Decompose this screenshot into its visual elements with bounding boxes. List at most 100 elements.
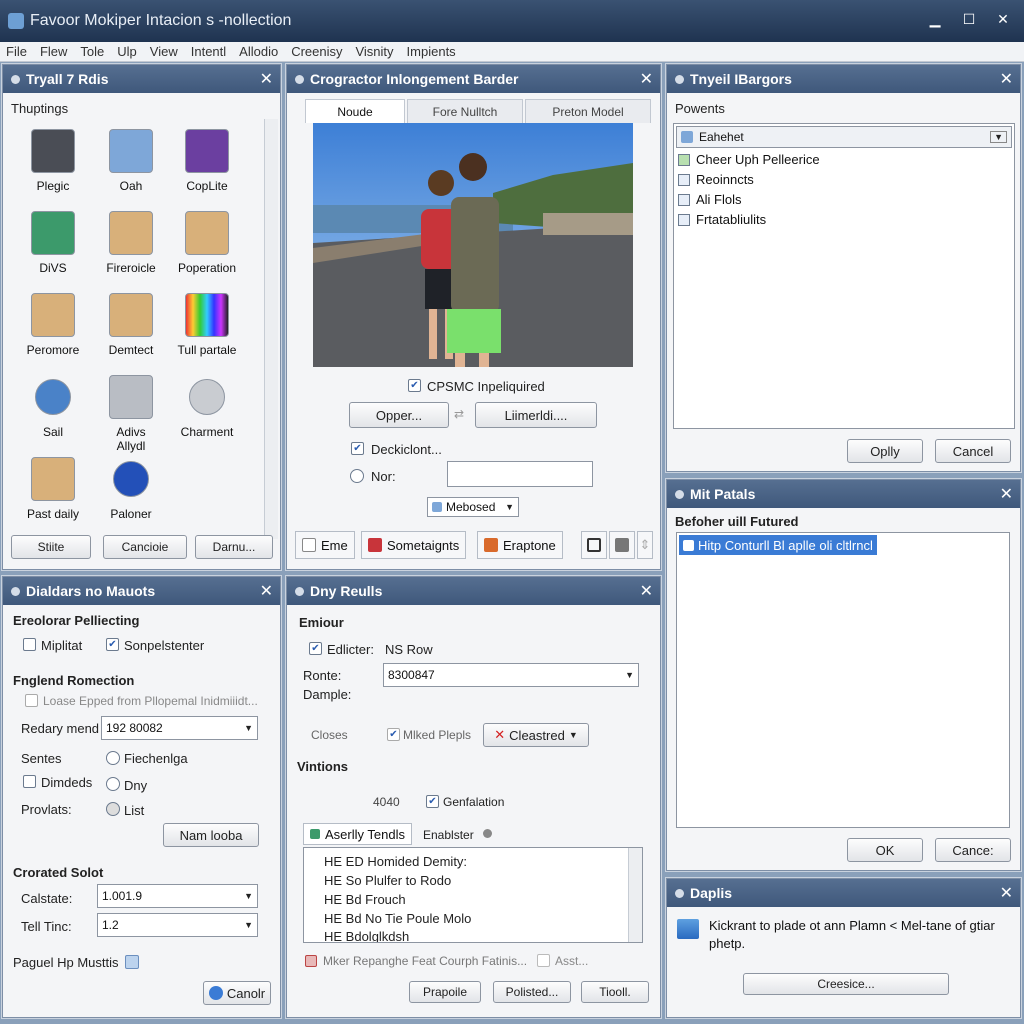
cancel-button[interactable]: Cance: xyxy=(935,838,1011,862)
tile-paloner[interactable]: Paloner xyxy=(95,457,167,521)
tile-past-daily[interactable]: Past daily xyxy=(17,457,89,521)
tile-poperation[interactable]: Poperation xyxy=(171,211,243,275)
cancel-button[interactable]: Cancel xyxy=(935,439,1011,463)
tab-preton-model[interactable]: Preton Model xyxy=(525,99,651,123)
list-item[interactable]: HE Bd No Tie Poule Molo xyxy=(324,911,471,926)
dimdeds-checkbox[interactable] xyxy=(23,775,36,788)
menu-impients[interactable]: Impients xyxy=(407,44,456,59)
tile-charment[interactable]: Charment xyxy=(171,375,243,439)
tile-divs[interactable]: DiVS xyxy=(17,211,89,275)
pin-icon[interactable] xyxy=(675,489,684,499)
vertical-scrollbar[interactable] xyxy=(264,119,278,539)
close-icon[interactable]: ✕ xyxy=(260,69,273,89)
asst-checkbox[interactable] xyxy=(537,954,550,967)
tree-item[interactable]: Cheer Uph Pelleerice xyxy=(678,152,820,167)
minimize-button[interactable]: ▁ xyxy=(920,8,950,30)
decklicont-checkbox[interactable]: ✔ xyxy=(351,442,364,455)
close-icon[interactable]: ✕ xyxy=(1000,484,1013,504)
tree-combo[interactable]: Eahehet ▼ xyxy=(676,126,1012,148)
tree-item[interactable]: Ali Flols xyxy=(678,192,742,207)
pin-icon[interactable] xyxy=(675,888,684,898)
tile-coplite[interactable]: CopLite xyxy=(171,129,243,193)
pin-icon[interactable] xyxy=(11,74,20,84)
tile-sail[interactable]: Sail xyxy=(17,375,89,439)
name-button[interactable]: Nam looba xyxy=(163,823,259,847)
cancel-button[interactable]: Canolr xyxy=(203,981,271,1005)
tab-fore-nulltch[interactable]: Fore Nulltch xyxy=(407,99,523,123)
list-item[interactable]: HE ED Homided Demity: xyxy=(324,854,467,869)
list-item[interactable]: HE So Plulfer to Rodo xyxy=(324,873,451,888)
close-icon[interactable]: ✕ xyxy=(1000,69,1013,89)
close-button[interactable]: ✕ xyxy=(988,8,1018,30)
redary-combo[interactable]: 192 80082 ▼ xyxy=(101,716,258,740)
close-icon[interactable]: ✕ xyxy=(640,69,653,89)
pin-icon[interactable] xyxy=(295,74,304,84)
stiite-button[interactable]: Stiite xyxy=(11,535,91,559)
editor-checkbox[interactable]: ✔ xyxy=(309,642,322,655)
nor-radio[interactable] xyxy=(350,469,364,483)
open-button[interactable]: Opper... xyxy=(349,402,449,428)
close-icon[interactable]: ✕ xyxy=(260,581,273,601)
limit-button[interactable]: Liimerldi.... xyxy=(475,402,597,428)
tell-combo[interactable]: 1.2 ▼ xyxy=(97,913,258,937)
pin-icon[interactable] xyxy=(675,74,684,84)
menu-view[interactable]: View xyxy=(150,44,178,59)
tab-enablster[interactable]: Enablster xyxy=(423,828,474,842)
tree-view[interactable]: Eahehet ▼ Cheer Uph Pelleerice Reoinncts … xyxy=(673,123,1015,429)
creesice-button[interactable]: Creesice... xyxy=(743,973,949,995)
darnu-button[interactable]: Darnu... xyxy=(195,535,273,559)
menu-tole[interactable]: Tole xyxy=(80,44,104,59)
sometaignts-button[interactable]: Sometaignts xyxy=(361,531,467,559)
tile-adivs-allydl[interactable]: Adivs Allydl xyxy=(95,375,167,453)
results-list[interactable]: HE ED Homided Demity: HE So Plulfer to R… xyxy=(303,847,643,943)
tree-item[interactable]: Frtatabliulits xyxy=(678,212,766,227)
cpsmc-checkbox[interactable]: ✔ xyxy=(408,379,421,392)
polisted-button[interactable]: Polisted... xyxy=(493,981,571,1003)
mixed-checkbox[interactable]: ✔ xyxy=(387,728,400,741)
close-icon[interactable]: ✕ xyxy=(640,581,653,601)
dny-radio[interactable] xyxy=(106,777,120,791)
menu-visnity[interactable]: Visnity xyxy=(355,44,393,59)
tile-demtect[interactable]: Demtect xyxy=(95,293,167,357)
prapoile-button[interactable]: Prapoile xyxy=(409,981,481,1003)
menu-flew[interactable]: Flew xyxy=(40,44,67,59)
generation-checkbox[interactable]: ✔ xyxy=(426,795,439,808)
expand-button[interactable]: ⇕ xyxy=(637,531,653,559)
ok-button[interactable]: OK xyxy=(847,838,923,862)
closes-label[interactable]: Closes xyxy=(311,728,348,742)
menu-allodio[interactable]: Allodio xyxy=(239,44,278,59)
square-button[interactable] xyxy=(581,531,607,559)
eme-button[interactable]: Eme xyxy=(295,531,355,559)
close-icon[interactable]: ✕ xyxy=(1000,883,1013,903)
items-list[interactable]: Hitp Conturll Bl aplle oli cltlrncl xyxy=(676,532,1010,828)
fiechenia-radio[interactable] xyxy=(106,751,120,765)
selected-list-item[interactable]: Hitp Conturll Bl aplle oli cltlrncl xyxy=(679,535,877,555)
tiooll-button[interactable]: Tiooll. xyxy=(581,981,649,1003)
mebosed-combo[interactable]: Mebosed ▼ xyxy=(427,497,519,517)
tile-plegic[interactable]: Plegic xyxy=(17,129,89,193)
eraptone-button[interactable]: Eraptone xyxy=(477,531,563,559)
miplitat-checkbox[interactable] xyxy=(23,638,36,651)
tile-tull-partale[interactable]: Tull partale xyxy=(171,293,243,357)
apply-button[interactable]: Oplly xyxy=(847,439,923,463)
vertical-scrollbar[interactable] xyxy=(628,848,642,942)
cancel-button[interactable]: Cancioie xyxy=(103,535,187,559)
tile-oah[interactable]: Oah xyxy=(95,129,167,193)
calendar-icon[interactable] xyxy=(125,955,139,969)
menu-ulp[interactable]: Ulp xyxy=(117,44,137,59)
calc-combo[interactable]: 1.001.9 ▼ xyxy=(97,884,258,908)
list-item[interactable]: HE Bd Frouch xyxy=(324,892,406,907)
menu-file[interactable]: File xyxy=(6,44,27,59)
nor-field[interactable] xyxy=(447,461,593,487)
printer-button[interactable] xyxy=(609,531,635,559)
ronte-combo[interactable]: 8300847 ▼ xyxy=(383,663,639,687)
tab-aserlly-tendls[interactable]: Aserlly Tendls xyxy=(303,823,412,845)
list-radio[interactable] xyxy=(106,802,120,816)
created-dropdown[interactable]: ✕ Cleastred ▼ xyxy=(483,723,589,747)
tab-noude[interactable]: Noude xyxy=(305,99,405,123)
pin-icon[interactable] xyxy=(295,586,304,596)
list-item[interactable]: HE Bdolglkdsh xyxy=(324,929,409,942)
sonpelstenter-checkbox[interactable]: ✔ xyxy=(106,638,119,651)
menu-intentl[interactable]: Intentl xyxy=(191,44,226,59)
menu-creenisy[interactable]: Creenisy xyxy=(291,44,342,59)
